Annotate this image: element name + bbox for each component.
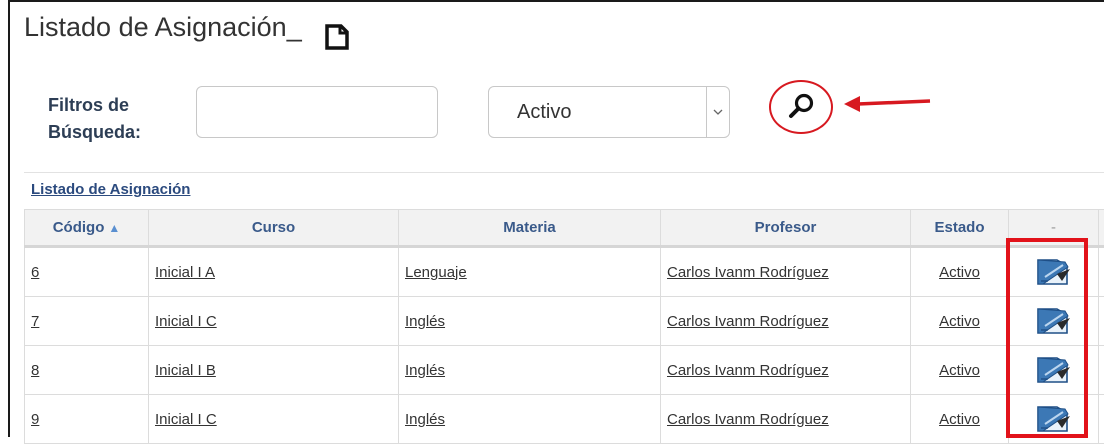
column-header-curso: Curso	[149, 210, 399, 247]
cell-curso[interactable]: Inicial I A	[149, 247, 399, 297]
status-select[interactable]: Activo	[488, 86, 730, 138]
cell-profesor[interactable]: Carlos Ivanm Rodríguez	[661, 395, 911, 444]
cell-estado[interactable]: Activo	[911, 247, 1009, 297]
table-header-row: Código▲ Curso Materia Profesor Estado -	[25, 210, 1104, 247]
table-row: 7Inicial I CInglésCarlos Ivanm Rodríguez…	[25, 297, 1104, 346]
cell-actions	[1009, 247, 1099, 297]
cell-curso[interactable]: Inicial I C	[149, 297, 399, 346]
cell-materia[interactable]: Inglés	[399, 297, 661, 346]
cell-actions	[1009, 346, 1099, 395]
cell-spacer	[1099, 395, 1104, 444]
cell-profesor[interactable]: Carlos Ivanm Rodríguez	[661, 297, 911, 346]
page-title-text: Listado de Asignación_	[24, 12, 302, 42]
edit-icon[interactable]	[1035, 355, 1073, 385]
cell-codigo[interactable]: 9	[25, 395, 149, 444]
cell-codigo[interactable]: 8	[25, 346, 149, 395]
column-header-codigo[interactable]: Código▲	[25, 210, 149, 247]
cell-codigo[interactable]: 7	[25, 297, 149, 346]
cell-spacer	[1099, 247, 1104, 297]
sort-ascending-icon[interactable]: ▲	[108, 221, 120, 235]
column-header-spacer	[1099, 210, 1104, 247]
status-select-value: Activo	[517, 101, 571, 124]
new-document-icon[interactable]	[324, 24, 350, 50]
search-button[interactable]	[769, 80, 833, 134]
cell-profesor[interactable]: Carlos Ivanm Rodríguez	[661, 346, 911, 395]
assignment-table: Código▲ Curso Materia Profesor Estado - …	[24, 209, 1104, 444]
cell-curso[interactable]: Inicial I B	[149, 346, 399, 395]
cell-estado[interactable]: Activo	[911, 346, 1009, 395]
cell-materia[interactable]: Lenguaje	[399, 247, 661, 297]
page-frame: Listado de Asignación_ Filtros de Búsque…	[8, 0, 1104, 437]
column-header-actions: -	[1009, 210, 1099, 247]
cell-curso[interactable]: Inicial I C	[149, 395, 399, 444]
cell-actions	[1009, 297, 1099, 346]
column-header-profesor: Profesor	[661, 210, 911, 247]
column-header-estado: Estado	[911, 210, 1009, 247]
column-header-materia: Materia	[399, 210, 661, 247]
table-row: 6Inicial I ALenguajeCarlos Ivanm Rodrígu…	[25, 247, 1104, 297]
edit-icon[interactable]	[1035, 404, 1073, 434]
edit-icon[interactable]	[1035, 306, 1073, 336]
table-caption-link[interactable]: Listado de Asignación	[31, 181, 190, 198]
table-row: 9Inicial I CInglésCarlos Ivanm Rodríguez…	[25, 395, 1104, 444]
search-icon	[786, 92, 816, 122]
table-row: 8Inicial I BInglésCarlos Ivanm Rodríguez…	[25, 346, 1104, 395]
cell-estado[interactable]: Activo	[911, 395, 1009, 444]
assignment-table-section: Listado de Asignación Código▲ Curso Mate…	[24, 172, 1104, 440]
cell-actions	[1009, 395, 1099, 444]
cell-materia[interactable]: Inglés	[399, 346, 661, 395]
page-title: Listado de Asignación_	[24, 12, 302, 43]
cell-materia[interactable]: Inglés	[399, 395, 661, 444]
cell-profesor[interactable]: Carlos Ivanm Rodríguez	[661, 247, 911, 297]
cell-codigo[interactable]: 6	[25, 247, 149, 297]
filters-label: Filtros de Búsqueda:	[48, 92, 141, 146]
edit-icon[interactable]	[1035, 257, 1073, 287]
filters-label-line1: Filtros de	[48, 92, 141, 119]
filters-label-line2: Búsqueda:	[48, 119, 141, 146]
cell-spacer	[1099, 297, 1104, 346]
annotation-arrow-icon	[844, 95, 932, 113]
cell-estado[interactable]: Activo	[911, 297, 1009, 346]
chevron-down-icon[interactable]	[706, 87, 729, 137]
search-text-input[interactable]	[196, 86, 438, 138]
cell-spacer	[1099, 346, 1104, 395]
